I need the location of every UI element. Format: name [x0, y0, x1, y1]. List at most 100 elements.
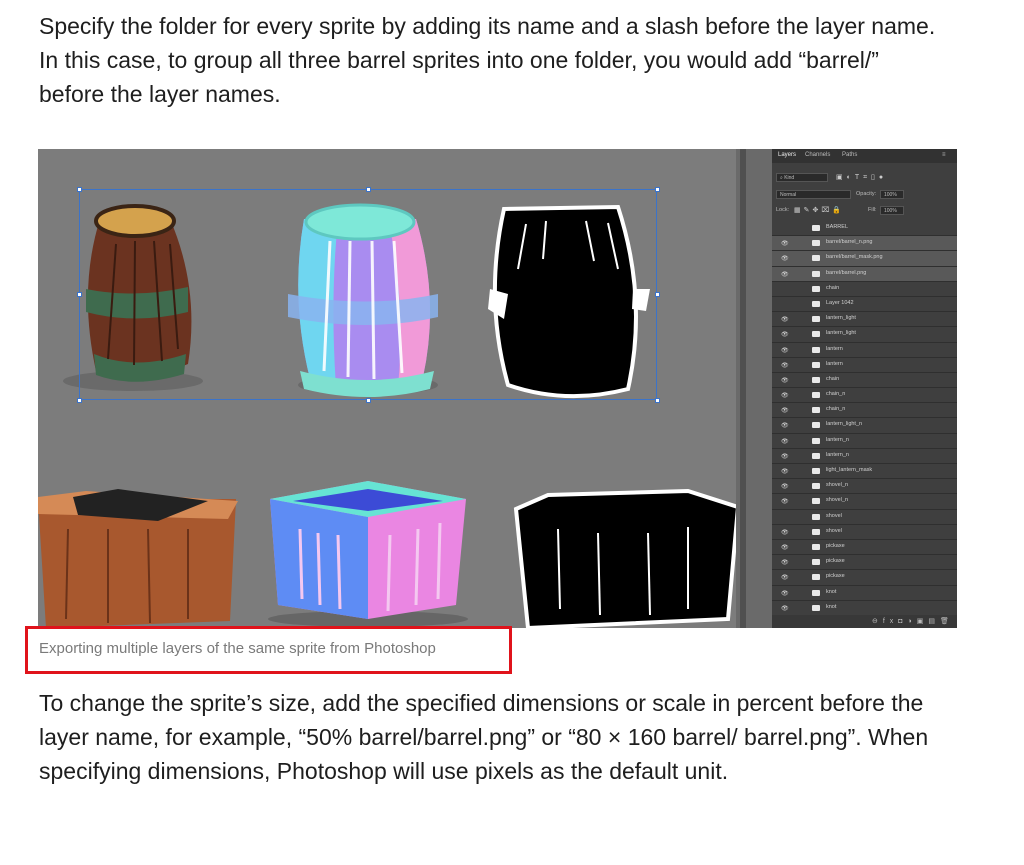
layer-row[interactable]: 👁 lantern [772, 343, 957, 358]
tab-paths[interactable]: Paths [842, 152, 857, 158]
layer-name: lantern_n [826, 451, 849, 458]
layer-row[interactable]: 👁 lantern_light [772, 327, 957, 343]
transform-handle[interactable] [77, 187, 82, 192]
tab-channels[interactable]: Channels [805, 152, 830, 158]
layer-row[interactable]: 👁 barrel/barrel_n.png [772, 236, 957, 252]
folder-icon [812, 422, 820, 429]
transform-handle[interactable] [655, 292, 660, 297]
layer-name: chain [826, 284, 840, 291]
layer-name: knot [826, 603, 837, 610]
transform-handle[interactable] [655, 398, 660, 403]
layer-row[interactable]: 👁 lantern_light_n [772, 418, 957, 434]
visibility-eye-icon[interactable]: 👁 [781, 544, 789, 551]
layer-row[interactable]: 👁 lantern_n [772, 434, 957, 449]
layer-row[interactable]: Layer 1042 [772, 297, 957, 313]
visibility-eye-icon[interactable]: 👁 [781, 605, 789, 612]
layer-name: BARREL [826, 224, 849, 230]
photoshop-canvas [38, 149, 741, 628]
layer-name: chain_n [826, 406, 846, 413]
layer-name: shovel [826, 512, 842, 519]
layer-row[interactable]: 👁 shovel_n [772, 494, 957, 510]
layer-row[interactable]: 👁 chain_n [772, 388, 957, 404]
filter-icons[interactable]: ▣◐T⌗▯● [836, 173, 887, 182]
layer-row[interactable]: 👁 light_lantern_mask [772, 464, 957, 480]
visibility-eye-icon[interactable]: 👁 [781, 271, 789, 278]
visibility-eye-icon[interactable]: 👁 [781, 498, 789, 505]
fill-label: Fill: [868, 207, 877, 213]
transform-handle[interactable] [77, 398, 82, 403]
folder-icon [812, 528, 820, 535]
folder-icon [812, 300, 820, 307]
panel-menu-icon[interactable]: ≡ [942, 152, 946, 158]
visibility-eye-icon[interactable]: 👁 [781, 407, 789, 414]
layer-row[interactable]: 👁 lantern_light [772, 312, 957, 328]
layer-row[interactable]: BARREL [772, 221, 957, 237]
layer-row[interactable]: shovel [772, 510, 957, 525]
visibility-eye-icon[interactable]: 👁 [781, 468, 789, 475]
visibility-eye-icon[interactable]: 👁 [781, 362, 789, 369]
visibility-eye-icon[interactable]: 👁 [781, 347, 789, 354]
layer-name: shovel_n [826, 497, 849, 504]
visibility-eye-icon[interactable]: 👁 [781, 574, 789, 581]
layer-name: chain [826, 375, 840, 382]
visibility-eye-icon[interactable]: 👁 [781, 255, 789, 262]
layer-row[interactable]: 👁 barrel/barrel_mask.png [772, 251, 957, 267]
transform-handle[interactable] [366, 398, 371, 403]
visibility-eye-icon[interactable]: 👁 [781, 422, 789, 429]
layer-row[interactable]: 👁 knot [772, 586, 957, 601]
blend-mode-select[interactable]: Normal [776, 190, 851, 199]
layers-panel-footer: ⊖fx◘◑▣▤🗑 [772, 615, 957, 628]
visibility-eye-icon[interactable]: 👁 [781, 392, 789, 399]
layer-row[interactable]: chain [772, 282, 957, 297]
layer-action-icons[interactable]: ⊖fx◘◑▣▤🗑 [872, 617, 954, 625]
layer-name: barrel/barrel_mask.png [826, 254, 883, 261]
layer-name: lantern_light [826, 315, 856, 322]
layer-row[interactable]: 👁 barrel/barrel.png [772, 266, 957, 282]
lock-icons[interactable]: ▦✎✥⌧🔒 [794, 206, 844, 214]
visibility-eye-icon[interactable]: 👁 [781, 331, 789, 338]
visibility-eye-icon[interactable]: 👁 [781, 377, 789, 384]
visibility-eye-icon[interactable]: 👁 [781, 590, 789, 597]
visibility-eye-icon[interactable]: 👁 [781, 559, 789, 566]
vertical-scrollbar[interactable] [740, 149, 746, 628]
panel-tabs: Layers Channels Paths ≡ [772, 149, 957, 163]
folder-icon [812, 452, 820, 459]
transform-handle[interactable] [77, 292, 82, 297]
filter-kind-select[interactable]: ⌕ Kind [776, 173, 828, 182]
layer-row[interactable]: 👁 chain_n [772, 403, 957, 419]
intro-paragraph: Specify the folder for every sprite by a… [39, 13, 936, 107]
layer-name: shovel_n [826, 482, 849, 489]
visibility-eye-icon[interactable]: 👁 [781, 316, 789, 323]
fill-input[interactable]: 100% [880, 206, 904, 215]
folder-icon [812, 331, 820, 338]
transform-handle[interactable] [366, 187, 371, 192]
folder-icon [812, 559, 820, 566]
layer-name: chain_n [826, 391, 846, 398]
folder-icon [812, 270, 820, 277]
visibility-eye-icon[interactable]: 👁 [781, 438, 789, 445]
selection-bounding-box[interactable] [79, 189, 657, 400]
visibility-eye-icon[interactable]: 👁 [781, 240, 789, 247]
layer-row[interactable]: 👁 shovel_n [772, 479, 957, 495]
layer-row[interactable]: 👁 knot [772, 601, 957, 616]
layer-row[interactable]: 👁 lantern_n [772, 449, 957, 464]
folder-icon [812, 392, 820, 399]
layer-row[interactable]: 👁 pickaxe [772, 540, 957, 556]
layer-row[interactable]: 👁 shovel [772, 525, 957, 540]
visibility-eye-icon[interactable]: 👁 [781, 529, 789, 536]
folder-icon [812, 407, 820, 414]
layer-row[interactable]: 👁 pickaxe [772, 570, 957, 586]
transform-handle[interactable] [655, 187, 660, 192]
layer-row[interactable]: 👁 lantern [772, 358, 957, 373]
layer-row[interactable]: 👁 chain [772, 373, 957, 389]
opacity-input[interactable]: 100% [880, 190, 904, 199]
layer-name: light_lantern_mask [826, 467, 873, 473]
layer-row[interactable]: 👁 pickaxe [772, 555, 957, 571]
tab-layers[interactable]: Layers [778, 152, 796, 158]
folder-icon [812, 346, 820, 353]
canvas-scrollbar-area [736, 149, 772, 628]
folder-icon [812, 361, 820, 368]
layer-name: pickaxe [826, 542, 845, 549]
visibility-eye-icon[interactable]: 👁 [781, 483, 789, 490]
visibility-eye-icon[interactable]: 👁 [781, 453, 789, 460]
